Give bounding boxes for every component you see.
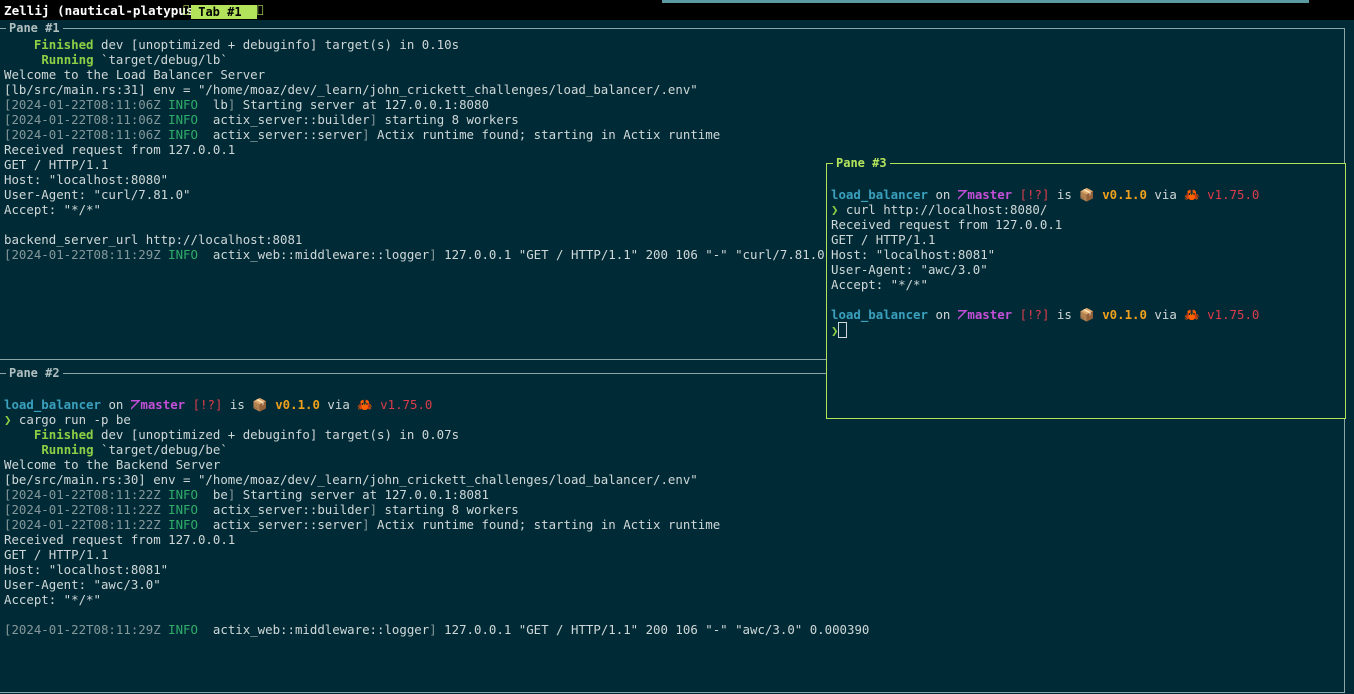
log-line: Accept: "*/*" [4,592,101,607]
rust-crab-icon: 🦀 [1184,187,1200,202]
package-icon: 📦 [1079,187,1095,202]
git-branch-icon: ⦢ [130,397,141,412]
log-line: Finished dev [unoptimized + debuginfo] t… [33,37,460,52]
log-line: Received request from 127.0.0.1 [831,217,1063,232]
log-line: Welcome to the Load Balancer Server [4,67,266,82]
log-line: [2024-01-22T08:11:22Z INFO actix_server:… [4,517,721,532]
terminal-cursor[interactable] [838,322,848,338]
tab-1[interactable]: Tab #1 [191,5,257,19]
log-line: User-Agent: "awc/3.0" [831,262,988,277]
log-line: Running `target/debug/lb` [41,52,228,67]
prompt-chevron-icon: ❯ [831,323,839,338]
tab-bar-accent [662,0,1309,3]
log-line: User-Agent: "curl/7.81.0" [4,187,191,202]
git-branch-icon: ⦢ [957,307,968,322]
command-line: ❯ curl http://localhost:8080/ [831,202,1048,217]
log-line: [be/src/main.rs:30] env = "/home/moaz/de… [4,472,698,487]
log-line: Accept: "*/*" [831,277,928,292]
log-line: [2024-01-22T08:11:22Z INFO actix_server:… [4,502,519,517]
log-line: [2024-01-22T08:11:06Z INFO lb] Starting … [4,97,489,112]
log-line: GET / HTTP/1.1 [4,547,109,562]
rust-crab-icon: 🦀 [357,397,373,412]
log-line: GET / HTTP/1.1 [831,232,936,247]
shell-prompt: load_balancer on ⦢master [!?] is 📦 v0.1.… [831,187,1260,202]
log-line: Host: "localhost:8080" [4,172,169,187]
rust-crab-icon: 🦀 [1184,307,1200,322]
git-branch-icon: ⦢ [957,187,968,202]
log-line: Accept: "*/*" [4,202,101,217]
session-title: Zellij (nautical-platypus) [4,3,202,18]
log-line: Welcome to the Backend Server [4,457,221,472]
log-line: Finished dev [unoptimized + debuginfo] t… [33,427,460,442]
log-line: [2024-01-22T08:11:06Z INFO actix_server:… [4,127,721,142]
log-line: backend_server_url http://localhost:8081 [4,232,303,247]
pane-title: Pane #1 [6,21,63,35]
log-line: GET / HTTP/1.1 [4,157,109,172]
log-line: [2024-01-22T08:11:29Z INFO actix_web::mi… [4,622,870,637]
pane-title: Pane #3 [833,156,890,170]
command-line: ❯ cargo run -p be [4,412,131,427]
log-line: [2024-01-22T08:11:22Z INFO be] Starting … [4,487,489,502]
pane-title: Pane #2 [6,366,63,380]
log-line: User-Agent: "awc/3.0" [4,577,161,592]
log-line: [lb/src/main.rs:31] env = "/home/moaz/de… [4,82,698,97]
package-icon: 📦 [1079,307,1095,322]
log-line: Host: "localhost:8081" [4,562,169,577]
zellij-tab-bar: Zellij (nautical-platypus)  Tab #1  [0,0,1354,20]
pane-3-floating[interactable]: Pane #3 load_balancer on ⦢master [!?] is… [826,156,1346,419]
log-line: Host: "localhost:8081" [831,247,996,262]
shell-prompt: load_balancer on ⦢master [!?] is 📦 v0.1.… [831,307,1260,322]
log-line: [2024-01-22T08:11:06Z INFO actix_server:… [4,112,519,127]
tab-separator-icon:  [183,3,190,16]
tab-separator-icon:  [257,3,264,16]
pane-2[interactable]: Pane #2 load_balancer on ⦢master [!?] is… [0,366,1345,693]
command-input-line[interactable]: ❯ [831,322,848,338]
log-line: Running `target/debug/be` [41,442,228,457]
shell-prompt: load_balancer on ⦢master [!?] is 📦 v0.1.… [4,397,433,412]
log-line: [2024-01-22T08:11:29Z INFO actix_web::mi… [4,247,877,262]
log-line: Received request from 127.0.0.1 [4,532,236,547]
package-icon: 📦 [252,397,268,412]
log-line: Received request from 127.0.0.1 [4,142,236,157]
